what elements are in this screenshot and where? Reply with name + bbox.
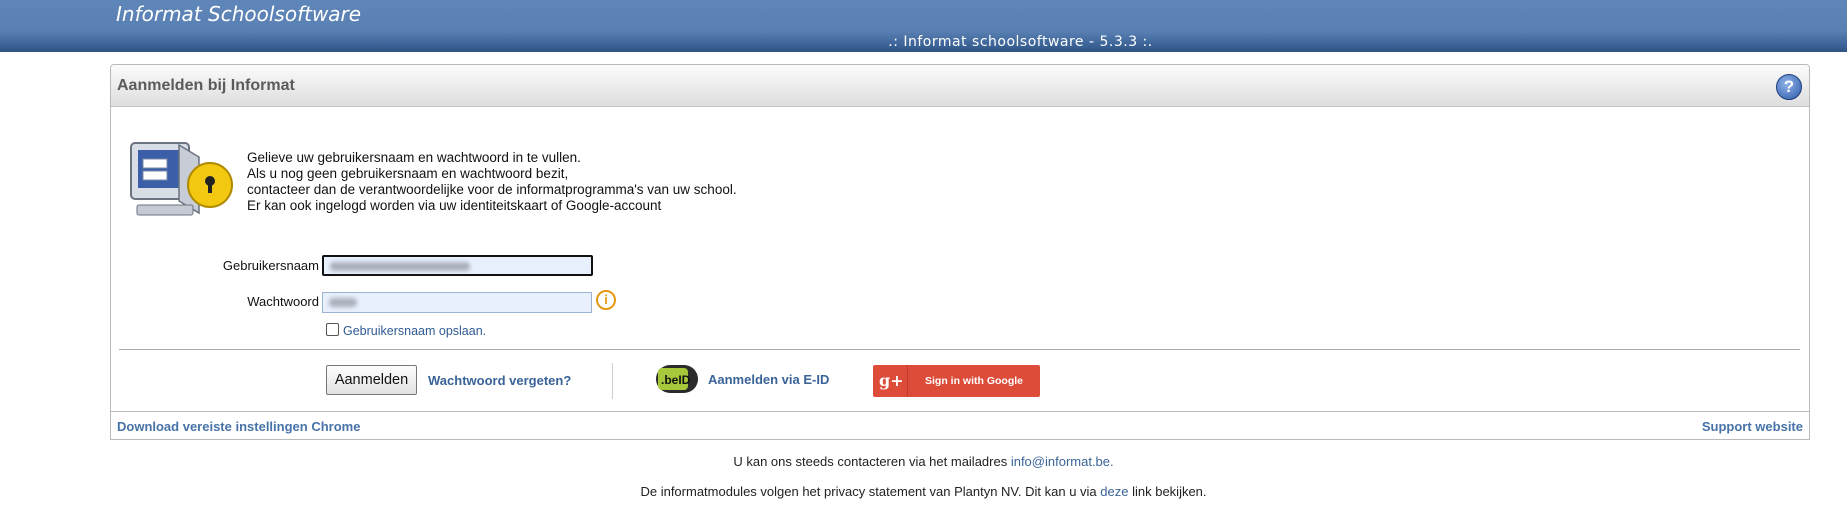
- eid-login-link[interactable]: Aanmelden via E-ID: [708, 372, 829, 387]
- google-signin-button[interactable]: g+ Sign in with Google: [873, 365, 1040, 397]
- version-label: .: Informat schoolsoftware - 5.3.3 :.: [888, 34, 1153, 50]
- password-field[interactable]: [322, 292, 592, 313]
- chrome-settings-link[interactable]: Download vereiste instellingen Chrome: [117, 419, 360, 434]
- contact-text: U kan ons steeds contacteren via het mai…: [733, 454, 1011, 469]
- remember-username-label[interactable]: Gebruikersnaam opslaan.: [343, 324, 486, 338]
- privacy-link[interactable]: deze: [1100, 484, 1128, 499]
- contact-line: U kan ons steeds contacteren via het mai…: [0, 454, 1847, 469]
- footer-divider: [111, 411, 1809, 412]
- login-button[interactable]: Aanmelden: [326, 365, 417, 395]
- privacy-suffix: link bekijken.: [1128, 484, 1207, 499]
- contact-email-link[interactable]: info@informat.be.: [1011, 454, 1114, 469]
- login-panel: Aanmelden bij Informat ? Gelieve uw gebr…: [110, 64, 1810, 440]
- actions-divider: [612, 363, 613, 399]
- username-label: Gebruikersnaam: [222, 258, 319, 273]
- forgot-password-link[interactable]: Wachtwoord vergeten?: [428, 373, 571, 388]
- intro-line: Er kan ook ingelogd worden via uw identi…: [247, 198, 662, 213]
- top-banner: Informat Schoolsoftware .: Informat scho…: [0, 0, 1847, 52]
- beid-icon[interactable]: .beID: [655, 364, 699, 394]
- intro-text: Gelieve uw gebruikersnaam en wachtwoord …: [247, 150, 737, 214]
- help-icon[interactable]: ?: [1776, 74, 1802, 100]
- intro-line: contacteer dan de verantwoordelijke voor…: [247, 182, 737, 197]
- password-value-blur: [329, 298, 357, 307]
- username-value-blur: [330, 262, 470, 271]
- form-divider: [119, 349, 1800, 350]
- computer-lock-icon: [130, 142, 233, 216]
- panel-title: Aanmelden bij Informat: [117, 77, 295, 94]
- panel-header: Aanmelden bij Informat ?: [111, 65, 1809, 107]
- intro-line: Als u nog geen gebruikersnaam en wachtwo…: [247, 166, 569, 181]
- remember-username-checkbox[interactable]: [326, 323, 339, 336]
- password-label: Wachtwoord: [247, 294, 319, 309]
- beid-label: .beID: [661, 373, 691, 387]
- privacy-line: De informatmodules volgen het privacy st…: [0, 484, 1847, 499]
- username-field[interactable]: [322, 255, 593, 276]
- app-title: Informat Schoolsoftware: [116, 2, 362, 26]
- intro-line: Gelieve uw gebruikersnaam en wachtwoord …: [247, 150, 581, 165]
- google-signin-label: Sign in with Google: [925, 375, 1023, 387]
- google-button-divider: [907, 365, 908, 397]
- privacy-text: De informatmodules volgen het privacy st…: [640, 484, 1101, 499]
- support-website-link[interactable]: Support website: [1702, 419, 1803, 434]
- info-icon[interactable]: i: [596, 290, 616, 310]
- google-plus-icon: g+: [879, 371, 904, 390]
